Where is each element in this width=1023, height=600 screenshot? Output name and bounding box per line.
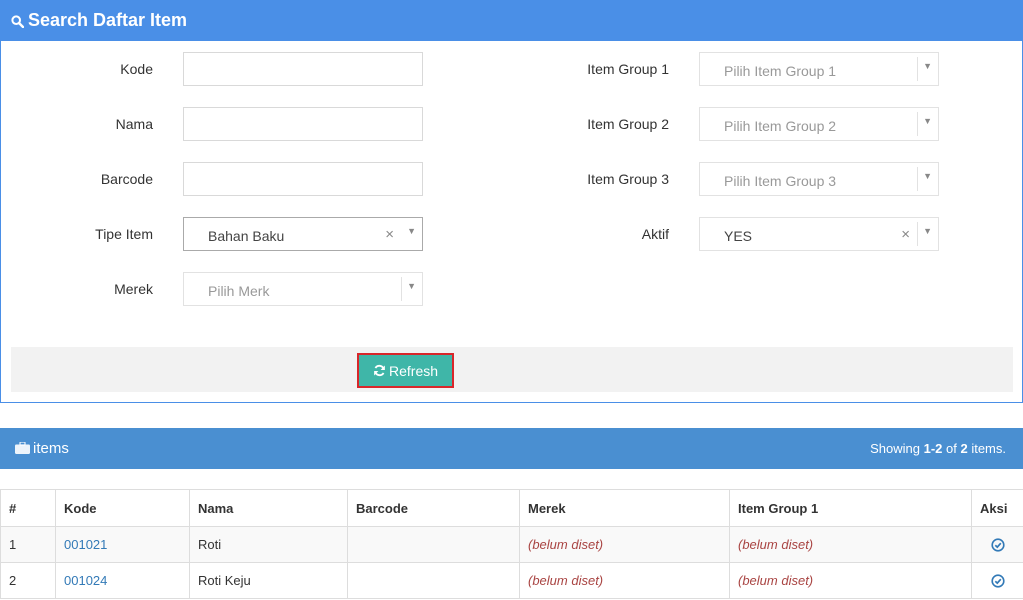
search-icon xyxy=(11,15,24,28)
summary-mid: of xyxy=(942,441,961,456)
barcode-label: Barcode xyxy=(100,171,153,187)
briefcase-icon xyxy=(15,442,30,454)
select-divider xyxy=(917,222,918,246)
item-group-2-select[interactable]: Pilih Item Group 2 ▼ xyxy=(699,107,939,141)
row-action-cell xyxy=(971,526,1023,563)
item-group-1-select[interactable]: Pilih Item Group 1 ▼ xyxy=(699,52,939,86)
row-number: 2 xyxy=(0,562,56,599)
items-panel: items Showing 1-2 of 2 items. # Kode Nam… xyxy=(0,428,1023,600)
column-header-nama[interactable]: Nama xyxy=(189,489,348,527)
item-code-link[interactable]: 001021 xyxy=(55,526,190,563)
item-group-3-select[interactable]: Pilih Item Group 3 ▼ xyxy=(699,162,939,196)
item-name: Roti Keju xyxy=(189,562,348,599)
items-summary: Showing 1-2 of 2 items. xyxy=(870,441,1006,456)
merek-placeholder: Pilih Merk xyxy=(208,283,270,299)
item-group-1: (belum diset) xyxy=(729,526,972,563)
aktif-value: YES xyxy=(724,228,753,244)
form-action-bar xyxy=(11,347,1013,392)
row-number: 1 xyxy=(0,526,56,563)
table-row: 1 001021 Roti (belum diset) (belum diset… xyxy=(0,526,1023,563)
column-header-barcode[interactable]: Barcode xyxy=(347,489,520,527)
barcode-input[interactable] xyxy=(183,162,423,196)
item-barcode xyxy=(347,562,520,599)
summary-suffix: items. xyxy=(967,441,1006,456)
column-header-merek[interactable]: Merek xyxy=(519,489,730,527)
select-divider xyxy=(917,167,918,191)
aktif-label: Aktif xyxy=(641,226,669,242)
chevron-down-icon[interactable]: ▼ xyxy=(407,226,416,236)
clear-icon[interactable]: × xyxy=(901,226,910,243)
refresh-icon xyxy=(374,364,385,377)
chevron-down-icon[interactable]: ▼ xyxy=(923,61,932,71)
chevron-down-icon[interactable]: ▼ xyxy=(923,226,932,236)
item-group-1-placeholder: Pilih Item Group 1 xyxy=(724,63,837,79)
nama-label: Nama xyxy=(115,116,153,132)
item-group-3-placeholder: Pilih Item Group 3 xyxy=(724,173,837,189)
item-code-link[interactable]: 001024 xyxy=(55,562,190,599)
summary-range: 1-2 xyxy=(923,441,943,456)
aktif-select[interactable]: YES × ▼ xyxy=(699,217,939,251)
column-header-item-group-1[interactable]: Item Group 1 xyxy=(729,489,972,527)
item-name: Roti xyxy=(189,526,348,563)
summary-total: 2 xyxy=(960,441,968,456)
search-panel-title: Search Daftar Item xyxy=(28,10,188,30)
search-panel-header: Search Daftar Item xyxy=(1,0,1023,41)
item-group-3-label: Item Group 3 xyxy=(587,171,669,187)
kode-input[interactable] xyxy=(183,52,423,86)
item-merek: (belum diset) xyxy=(519,562,730,599)
column-header-aksi: Aksi xyxy=(971,489,1023,527)
chevron-down-icon[interactable]: ▼ xyxy=(923,116,932,126)
items-table: # Kode Nama Barcode Merek Item Group 1 A… xyxy=(0,489,1023,599)
merek-select[interactable]: Pilih Merk ▼ xyxy=(183,272,423,306)
item-merek: (belum diset) xyxy=(519,526,730,563)
table-row: 2 001024 Roti Keju (belum diset) (belum … xyxy=(0,562,1023,599)
refresh-button-label: Refresh xyxy=(389,363,439,379)
tipe-item-label: Tipe Item xyxy=(95,226,153,242)
refresh-button[interactable]: Refresh xyxy=(357,353,454,388)
chevron-down-icon[interactable]: ▼ xyxy=(407,281,416,291)
chevron-down-icon[interactable]: ▼ xyxy=(923,171,932,181)
kode-label: Kode xyxy=(120,61,153,77)
table-header-row: # Kode Nama Barcode Merek Item Group 1 A… xyxy=(0,489,1023,527)
column-header-number: # xyxy=(0,489,56,527)
item-group-2-placeholder: Pilih Item Group 2 xyxy=(724,118,837,134)
clear-icon[interactable]: × xyxy=(385,226,394,243)
select-divider xyxy=(917,112,918,136)
summary-prefix: Showing xyxy=(870,441,924,456)
tipe-item-select[interactable]: Bahan Baku × ▼ xyxy=(183,217,423,251)
tipe-item-value: Bahan Baku xyxy=(208,228,285,244)
check-circle-icon[interactable] xyxy=(990,574,1005,588)
search-panel: Search Daftar Item Kode Nama Barcode Tip… xyxy=(0,0,1023,403)
items-panel-header: items Showing 1-2 of 2 items. xyxy=(0,428,1023,469)
row-action-cell xyxy=(971,562,1023,599)
item-group-2-label: Item Group 2 xyxy=(587,116,669,132)
column-header-kode[interactable]: Kode xyxy=(55,489,190,527)
select-divider xyxy=(917,57,918,81)
item-group-1-label: Item Group 1 xyxy=(587,61,669,77)
item-barcode xyxy=(347,526,520,563)
nama-input[interactable] xyxy=(183,107,423,141)
select-divider xyxy=(401,277,402,301)
item-group-1: (belum diset) xyxy=(729,562,972,599)
check-circle-icon[interactable] xyxy=(990,538,1005,552)
merek-label: Merek xyxy=(114,281,153,297)
items-panel-title: items xyxy=(33,440,69,457)
